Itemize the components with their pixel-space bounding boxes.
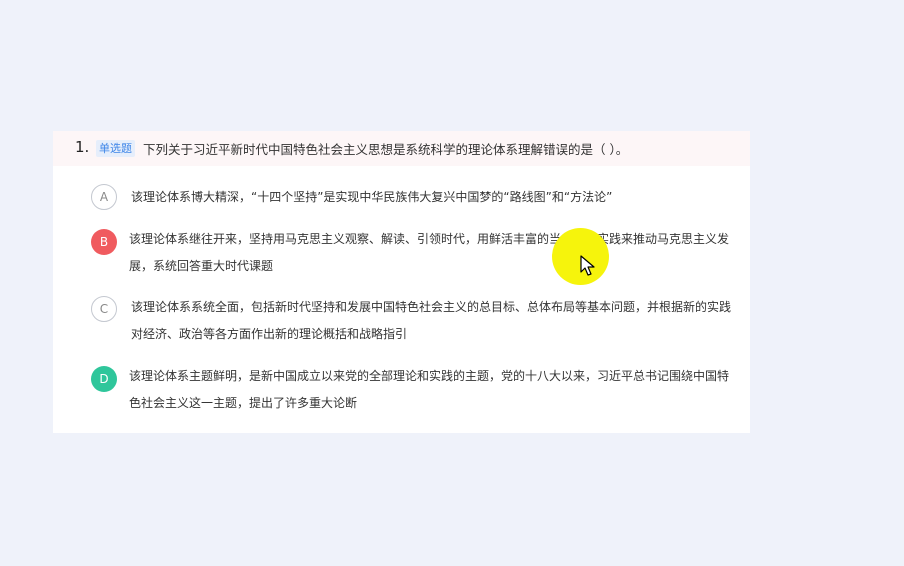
question-card: 1. 单选题 下列关于习近平新时代中国特色社会主义思想是系统科学的理论体系理解错… (53, 131, 750, 433)
question-stem: 下列关于习近平新时代中国特色社会主义思想是系统科学的理论体系理解错误的是（ ）。 (143, 142, 629, 157)
option-d-text[interactable]: 该理论体系主题鲜明，是新中国成立以来党的全部理论和实践的主题，党的十八大以来，习… (129, 363, 734, 417)
option-a-text[interactable]: 该理论体系博大精深，“十四个坚持”是实现中华民族伟大复兴中国梦的“路线图”和“方… (131, 184, 736, 211)
option-d-letter[interactable]: D (91, 366, 117, 392)
option-c-text[interactable]: 该理论体系系统全面，包括新时代坚持和发展中国特色社会主义的总目标、总体布局等基本… (131, 294, 736, 348)
option-a-letter[interactable]: A (91, 184, 117, 210)
option-c-letter[interactable]: C (91, 296, 117, 322)
mouse-pointer-icon (580, 255, 595, 276)
question-number: 1. (75, 138, 90, 156)
question-type-badge: 单选题 (96, 140, 135, 157)
option-b-letter[interactable]: B (91, 229, 117, 255)
option-b-text[interactable]: 该理论体系继往开来，坚持用马克思主义观察、解读、引领时代，用鲜活丰富的当代中国实… (129, 226, 734, 280)
question-header: 1. 单选题 下列关于习近平新时代中国特色社会主义思想是系统科学的理论体系理解错… (53, 131, 750, 166)
